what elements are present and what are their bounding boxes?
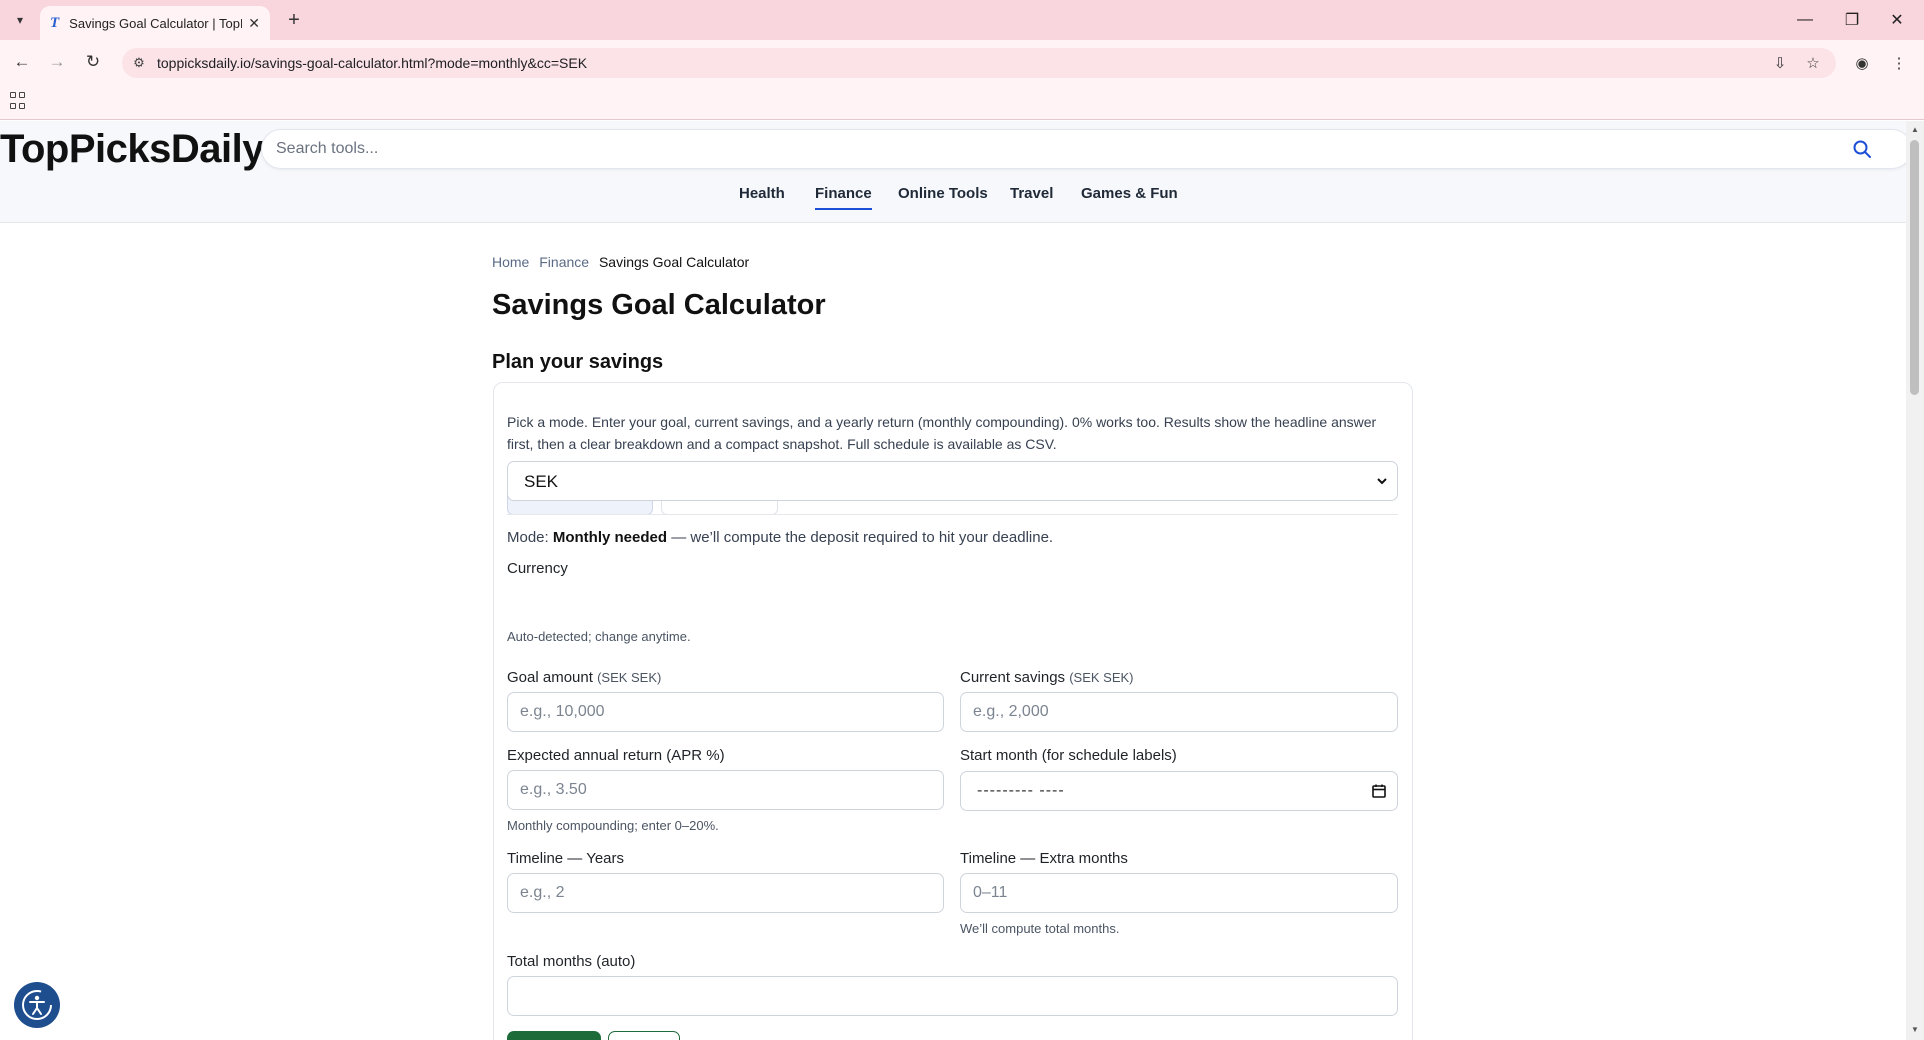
years-label: Timeline — Years xyxy=(507,850,624,867)
section-title: Plan your savings xyxy=(492,351,664,373)
breadcrumb-home[interactable]: Home xyxy=(492,254,529,270)
scroll-up-arrow-icon[interactable]: ▲ xyxy=(1911,125,1919,134)
nav-games-fun[interactable]: Games & Fun xyxy=(1081,185,1178,202)
apr-label: Expected annual return (APR %) xyxy=(507,747,725,764)
currency-hint: Auto-detected; change anytime. xyxy=(507,629,691,644)
months-hint: We’ll compute total months. xyxy=(960,921,1120,936)
search-box xyxy=(261,129,1906,169)
url-text[interactable]: toppicksdaily.io/savings-goal-calculator… xyxy=(157,55,587,71)
chevron-down-icon xyxy=(1377,478,1387,485)
accessibility-icon[interactable] xyxy=(14,982,60,1028)
current-label-text: Current savings xyxy=(960,669,1066,686)
start-month-input[interactable]: --------- ---- xyxy=(960,771,1398,811)
goal-amount-input[interactable] xyxy=(507,692,944,732)
page-title: Savings Goal Calculator xyxy=(492,289,826,321)
goal-label-text: Goal amount xyxy=(507,669,593,686)
current-savings-input[interactable] xyxy=(960,692,1398,732)
start-month-label: Start month (for schedule labels) xyxy=(960,747,1177,764)
intro-text: Pick a mode. Enter your goal, current sa… xyxy=(507,414,1377,452)
current-unit: (SEK SEK) xyxy=(1069,670,1134,685)
install-app-icon[interactable]: ⇩ xyxy=(1769,52,1791,74)
start-month-value: --------- ---- xyxy=(977,782,1065,799)
apps-grid-icon[interactable] xyxy=(10,92,28,110)
search-icon[interactable] xyxy=(1852,139,1872,159)
nav-online-tools[interactable]: Online Tools xyxy=(898,185,988,202)
scroll-thumb[interactable] xyxy=(1910,140,1919,395)
profile-icon[interactable]: ◉ xyxy=(1851,52,1873,74)
breadcrumb-current: Savings Goal Calculator xyxy=(598,254,750,270)
reload-icon[interactable]: ↻ xyxy=(81,50,105,74)
browser-menu-icon[interactable]: ⋮ xyxy=(1888,52,1910,74)
mode-name: Monthly needed xyxy=(552,529,668,546)
tab-search-chevron-icon[interactable]: ▾ xyxy=(8,8,32,32)
tab-favicon: T xyxy=(50,14,60,31)
bookmark-star-icon[interactable]: ☆ xyxy=(1802,52,1824,74)
search-input[interactable] xyxy=(276,130,1836,168)
tab-close-icon[interactable]: ✕ xyxy=(248,15,260,32)
extra-months-label: Timeline — Extra months xyxy=(960,850,1128,867)
bookmarks-bar xyxy=(0,84,1924,120)
currency-select[interactable]: SEK xyxy=(507,461,1398,501)
page-viewport: TopPicksDaily Health Finance Online Tool… xyxy=(0,121,1906,1040)
window-close-icon[interactable]: ✕ xyxy=(1874,0,1920,40)
breadcrumb: Home Finance Savings Goal Calculator xyxy=(492,254,749,270)
nav-finance[interactable]: Finance xyxy=(815,185,872,210)
back-icon[interactable]: ← xyxy=(10,50,34,74)
reset-button[interactable] xyxy=(608,1031,680,1040)
years-input[interactable] xyxy=(507,873,944,913)
forward-icon[interactable]: → xyxy=(45,50,69,74)
calculate-button[interactable] xyxy=(507,1031,601,1040)
tab-divider xyxy=(507,514,1398,515)
mode-prefix: Mode: xyxy=(507,529,553,546)
extra-months-input[interactable] xyxy=(960,873,1398,913)
site-logo[interactable]: TopPicksDaily xyxy=(0,127,264,172)
currency-label: Currency xyxy=(507,560,568,577)
site-header: TopPicksDaily Health Finance Online Tool… xyxy=(0,121,1906,223)
mode-suffix: — we’ll compute the deposit required to … xyxy=(667,529,1054,546)
browser-tab[interactable]: T Savings Goal Calculator | TopPi ✕ xyxy=(40,6,270,40)
minimize-icon[interactable]: — xyxy=(1782,0,1828,40)
scroll-down-arrow-icon[interactable]: ▼ xyxy=(1911,1025,1919,1034)
restore-icon[interactable]: ❐ xyxy=(1829,0,1875,40)
calendar-icon[interactable] xyxy=(1371,783,1387,799)
accessibility-glyph-icon xyxy=(22,990,52,1020)
total-months-input[interactable] xyxy=(507,976,1398,1016)
total-months-label: Total months (auto) xyxy=(507,953,636,970)
goal-unit: (SEK SEK) xyxy=(597,670,662,685)
goal-label: Goal amount (SEK SEK) xyxy=(507,669,661,686)
apr-hint: Monthly compounding; enter 0–20%. xyxy=(507,818,719,833)
new-tab-icon[interactable]: + xyxy=(282,8,306,32)
mode-description: Mode: Monthly needed — we’ll compute the… xyxy=(507,529,1053,546)
apr-input[interactable] xyxy=(507,770,944,810)
current-savings-label: Current savings (SEK SEK) xyxy=(960,669,1134,686)
breadcrumb-finance[interactable]: Finance xyxy=(539,254,589,270)
nav-travel[interactable]: Travel xyxy=(1010,185,1053,202)
currency-value: SEK xyxy=(524,472,559,491)
nav-health[interactable]: Health xyxy=(739,185,785,202)
site-info-icon[interactable]: ⚙ xyxy=(130,54,148,72)
tab-title: Savings Goal Calculator | TopPi xyxy=(69,15,243,31)
